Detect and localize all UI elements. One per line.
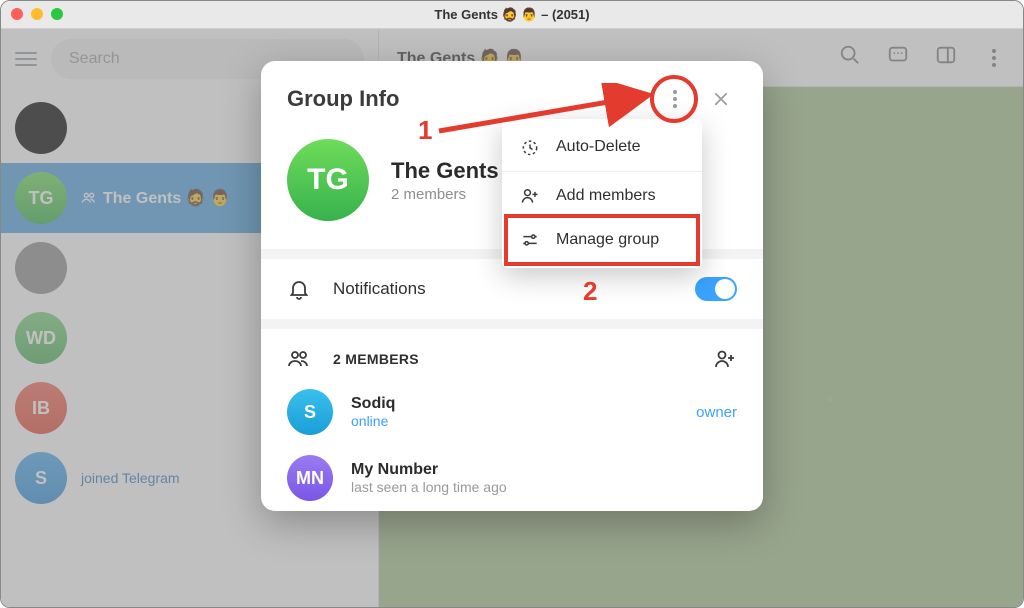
- modal-more-button[interactable]: [659, 83, 691, 115]
- modal-header: Group Info: [261, 61, 763, 121]
- modal-close-button[interactable]: [705, 83, 737, 115]
- member-name: Sodiq: [351, 395, 678, 413]
- menu-item-add-members[interactable]: Add members: [502, 174, 702, 218]
- notifications-label: Notifications: [333, 279, 673, 299]
- member-row[interactable]: MN My Number last seen a long time ago: [261, 445, 763, 511]
- notifications-row[interactable]: Notifications: [261, 259, 763, 319]
- app-window: The Gents 🧔 👨 – (2051) Search TG: [0, 0, 1024, 608]
- window-title: The Gents 🧔 👨 – (2051): [434, 7, 589, 23]
- menu-item-auto-delete[interactable]: Auto-Delete: [502, 125, 702, 169]
- member-row[interactable]: S Sodiq online owner: [261, 379, 763, 445]
- close-icon: [712, 90, 730, 108]
- menu-divider: [502, 171, 702, 172]
- group-avatar[interactable]: TG: [287, 139, 369, 221]
- members-count-label: 2 MEMBERS: [333, 351, 691, 367]
- mac-titlebar: The Gents 🧔 👨 – (2051): [1, 1, 1023, 29]
- member-avatar: MN: [287, 455, 333, 501]
- timer-icon: [520, 137, 540, 157]
- modal-title: Group Info: [287, 86, 659, 112]
- divider: [261, 319, 763, 329]
- members-header: 2 MEMBERS: [261, 329, 763, 379]
- group-name: The Gents: [391, 158, 499, 184]
- maximize-window-button[interactable]: [51, 8, 63, 20]
- add-member-icon[interactable]: [713, 347, 737, 371]
- traffic-lights: [11, 8, 63, 20]
- menu-item-label: Add members: [556, 187, 656, 205]
- notifications-toggle[interactable]: [695, 277, 737, 301]
- close-window-button[interactable]: [11, 8, 23, 20]
- menu-item-manage-group[interactable]: Manage group: [502, 218, 702, 262]
- menu-item-label: Auto-Delete: [556, 138, 641, 156]
- minimize-window-button[interactable]: [31, 8, 43, 20]
- bell-icon: [287, 277, 311, 301]
- sliders-icon: [520, 230, 540, 250]
- member-status: last seen a long time ago: [351, 479, 737, 495]
- context-menu: Auto-Delete Add members Manage group: [502, 119, 702, 268]
- group-subtitle: 2 members: [391, 186, 499, 203]
- member-avatar: S: [287, 389, 333, 435]
- add-user-icon: [520, 186, 540, 206]
- member-status: online: [351, 413, 678, 429]
- member-name: My Number: [351, 461, 737, 479]
- member-role: owner: [696, 404, 737, 421]
- members-icon: [287, 347, 311, 371]
- menu-item-label: Manage group: [556, 231, 659, 249]
